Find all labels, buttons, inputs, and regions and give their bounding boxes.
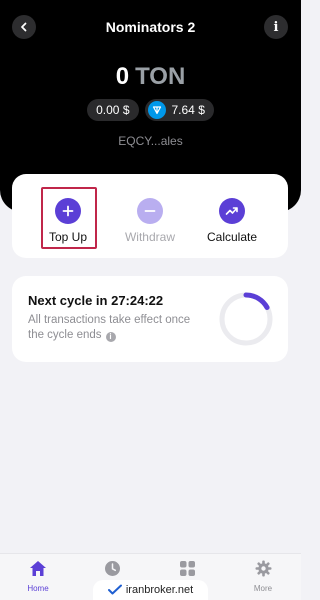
cycle-description: All transactions take effect once the cy… (28, 313, 208, 343)
tab-more-label: More (253, 584, 273, 593)
tab-apps[interactable] (162, 560, 212, 582)
cycle-title: Next cycle in 27:24:22 (28, 293, 164, 308)
calculate-button[interactable]: Calculate (192, 188, 272, 244)
balance-amount: 0 (115, 63, 130, 90)
minus-icon (137, 198, 163, 224)
ton-icon (147, 101, 166, 119)
ton-price-pill: 7.64 $ (144, 99, 214, 121)
wallet-address[interactable]: EQCY...ales (0, 134, 301, 148)
house-icon (30, 561, 46, 576)
cycle-info-icon[interactable]: i (105, 331, 116, 342)
ton-price: 7.64 $ (171, 103, 205, 117)
withdraw-label: Withdraw (124, 230, 175, 244)
watermark-text: iranbroker.net (125, 584, 194, 596)
grid-icon (179, 561, 195, 576)
tab-more[interactable]: More (238, 560, 288, 593)
watermark: iranbroker.net (93, 580, 208, 600)
trend-up-icon (219, 198, 245, 224)
balance-currency: TON (135, 63, 186, 90)
usd-balance-pill: 0.00 $ (87, 99, 139, 121)
info-icon: i (273, 19, 279, 35)
gear-icon (255, 560, 271, 577)
next-cycle-card: Next cycle in 27:24:22 All transactions … (12, 276, 288, 362)
cycle-progress-ring (219, 292, 273, 346)
page-title: Nominators 2 (105, 19, 196, 35)
withdraw-button[interactable]: Withdraw (110, 188, 190, 244)
top-up-highlight-box (41, 187, 97, 249)
watermark-logo-icon (107, 584, 122, 595)
balance-pills: 0.00 $ 7.64 $ (0, 99, 301, 121)
clock-icon (104, 561, 120, 576)
info-button[interactable]: i (264, 15, 288, 39)
calculate-label: Calculate (206, 230, 258, 244)
usd-balance: 0.00 $ (96, 103, 130, 117)
tab-home[interactable]: Home (13, 560, 63, 593)
tab-history[interactable] (87, 560, 137, 582)
tab-home-label: Home (27, 584, 49, 593)
balance: 0 TON (0, 63, 301, 91)
